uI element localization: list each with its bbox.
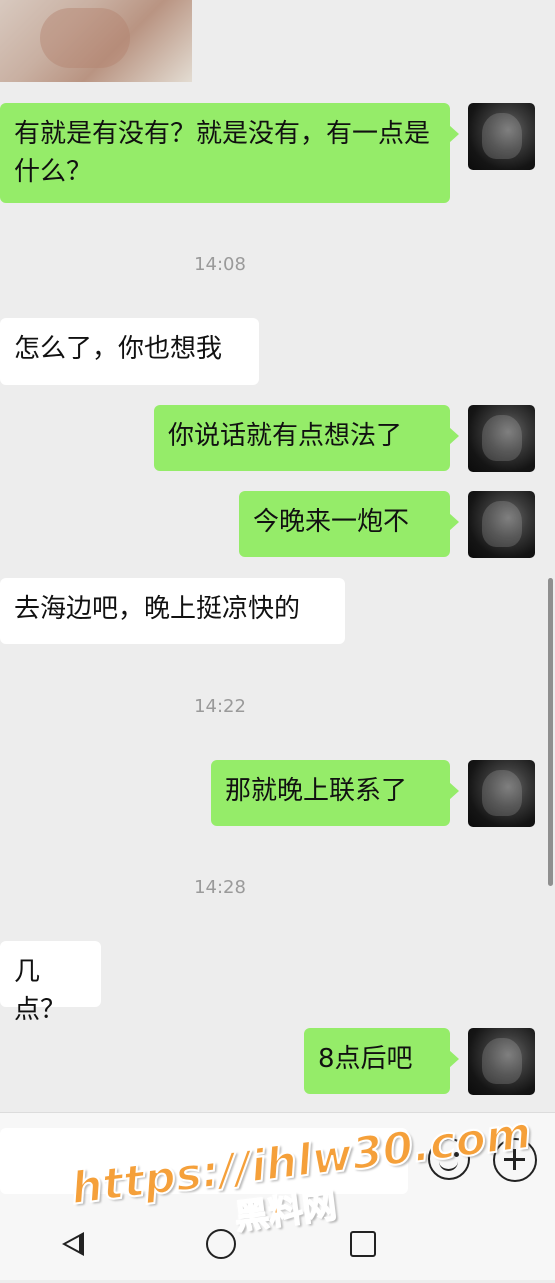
message-bubble-sent[interactable]: 有就是有没有？就是没有，有一点是什么？ [0,103,459,203]
message-bubble-received[interactable]: 几点？ [0,941,101,1025]
message-bubble-received[interactable]: 怎么了，你也想我 [0,318,259,385]
scrollbar[interactable] [548,578,553,886]
message-bubble-received[interactable]: 去海边吧，晚上挺凉快的 [0,578,345,644]
avatar[interactable] [468,760,535,827]
message-bubble-sent[interactable]: 8点后吧 [304,1028,459,1094]
timestamp: 14:28 [194,877,246,898]
avatar[interactable] [468,405,535,472]
emoji-icon[interactable] [428,1138,470,1180]
avatar[interactable] [468,491,535,558]
message-input[interactable] [0,1128,408,1194]
message-bubble-sent[interactable]: 你说话就有点想法了 [154,405,459,471]
back-triangle-icon[interactable] [62,1232,84,1256]
image-message[interactable] [0,0,192,82]
avatar[interactable] [468,103,535,170]
chat-area[interactable]: 有就是有没有？就是没有，有一点是什么？ 14:08 怎么了，你也想我 你说话就有… [0,0,555,1112]
plus-icon[interactable] [493,1138,537,1182]
timestamp: 14:22 [194,696,246,717]
avatar[interactable] [468,1028,535,1095]
home-circle-icon[interactable] [206,1229,236,1259]
timestamp: 14:08 [194,254,246,275]
message-bubble-sent[interactable]: 那就晚上联系了 [211,760,459,826]
message-bubble-sent[interactable]: 今晚来一炮不 [239,491,459,557]
recent-square-icon[interactable] [350,1231,376,1257]
